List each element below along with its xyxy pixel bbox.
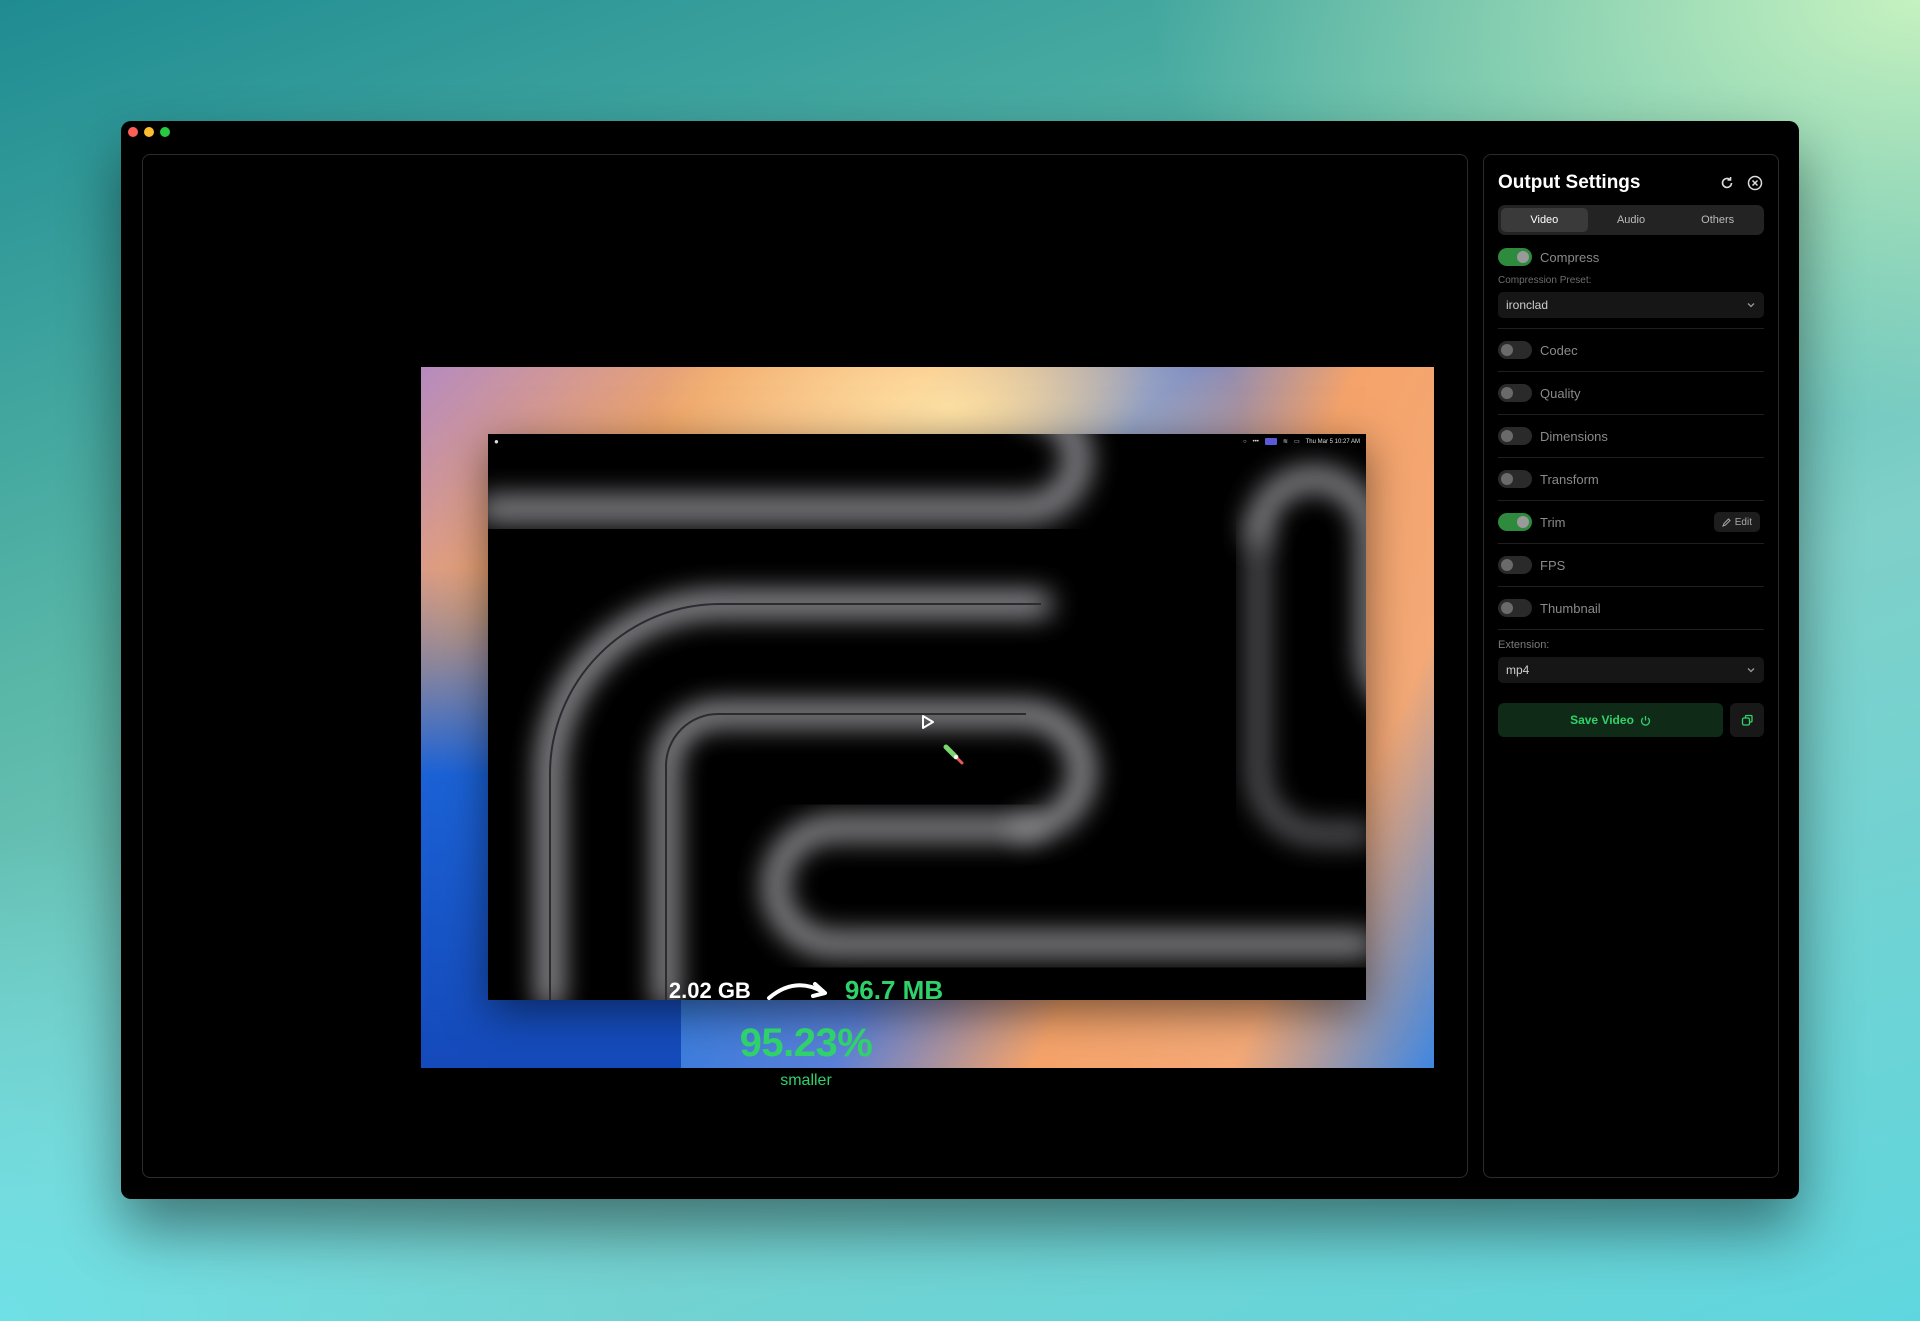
tab-others[interactable]: Others xyxy=(1674,208,1761,232)
minimize-window-button[interactable] xyxy=(144,127,154,137)
window-controls xyxy=(128,127,170,137)
menubar-clock: Thu Mar 5 10:27 AM xyxy=(1305,438,1360,445)
quality-row: Quality xyxy=(1498,372,1764,415)
save-video-button[interactable]: Save Video xyxy=(1498,703,1723,737)
codec-row: Codec xyxy=(1498,329,1764,372)
preview-pane: ● ○ ••• ≋ ▭ Thu Mar 5 10:27 AM 2.02 GB 9… xyxy=(142,154,1468,1178)
original-size: 2.02 GB xyxy=(668,977,751,1003)
extension-value: mp4 xyxy=(1506,663,1530,677)
power-icon xyxy=(1640,715,1651,726)
video-content: ● ○ ••• ≋ ▭ Thu Mar 5 10:27 AM xyxy=(488,434,1366,1000)
pencil-icon xyxy=(1721,517,1731,527)
close-window-button[interactable] xyxy=(128,127,138,137)
thumbnail-toggle[interactable] xyxy=(1498,599,1532,617)
compression-preset-value: ironclad xyxy=(1506,298,1549,312)
fps-row: FPS xyxy=(1498,544,1764,587)
compress-toggle[interactable] xyxy=(1498,248,1532,266)
trim-edit-label: Edit xyxy=(1734,516,1752,528)
codec-label: Codec xyxy=(1540,342,1578,358)
trim-toggle[interactable] xyxy=(1498,513,1532,531)
trim-row: Trim Edit xyxy=(1498,501,1764,544)
battery-icon: ▭ xyxy=(1293,439,1300,445)
wifi-icon: ≋ xyxy=(1282,439,1288,445)
trim-label: Trim xyxy=(1540,514,1566,530)
panel-title: Output Settings xyxy=(1498,172,1641,193)
codec-toggle[interactable] xyxy=(1498,341,1532,359)
compression-preset-select[interactable]: ironclad xyxy=(1498,292,1764,318)
compressed-size: 96.7 MB xyxy=(844,975,944,1005)
chevron-down-icon xyxy=(1747,303,1755,308)
extension-select[interactable]: mp4 xyxy=(1498,657,1764,683)
trim-edit-button[interactable]: Edit xyxy=(1713,512,1760,532)
screen-record-icon xyxy=(1264,438,1277,445)
transform-label: Transform xyxy=(1540,471,1599,487)
thumbnail-row: Thumbnail xyxy=(1498,587,1764,630)
fps-label: FPS xyxy=(1540,557,1566,573)
tab-video[interactable]: Video xyxy=(1501,208,1588,232)
apple-icon: ● xyxy=(494,437,499,446)
settings-tabs: Video Audio Others xyxy=(1498,205,1764,235)
app-window: ● ○ ••• ≋ ▭ Thu Mar 5 10:27 AM 2.02 GB 9… xyxy=(121,121,1799,1199)
status-icon: ○ xyxy=(1242,438,1247,445)
copy-button[interactable] xyxy=(1730,703,1764,737)
dots-icon: ••• xyxy=(1252,438,1259,445)
transform-toggle[interactable] xyxy=(1498,470,1532,488)
tab-audio[interactable]: Audio xyxy=(1588,208,1675,232)
size-comparison: 2.02 GB 96.7 MB xyxy=(143,975,1469,1006)
transform-row: Transform xyxy=(1498,458,1764,501)
dimensions-row: Dimensions xyxy=(1498,415,1764,458)
compress-row: Compress xyxy=(1498,241,1764,273)
quality-label: Quality xyxy=(1540,385,1581,401)
chevron-down-icon xyxy=(1747,668,1755,673)
save-video-label: Save Video xyxy=(1570,713,1634,727)
reduction-percent: 95.23% xyxy=(739,1021,873,1065)
compress-label: Compress xyxy=(1540,249,1600,265)
menubar: ● ○ ••• ≋ ▭ Thu Mar 5 10:27 AM xyxy=(488,434,1366,449)
dimensions-toggle[interactable] xyxy=(1498,427,1532,445)
maximize-window-button[interactable] xyxy=(160,127,170,137)
close-panel-icon[interactable] xyxy=(1746,174,1764,192)
quality-toggle[interactable] xyxy=(1498,384,1532,402)
fps-toggle[interactable] xyxy=(1498,556,1532,574)
dimensions-label: Dimensions xyxy=(1540,428,1608,444)
play-button[interactable] xyxy=(910,705,944,739)
thumbnail-label: Thumbnail xyxy=(1540,600,1601,616)
copy-icon xyxy=(1741,714,1753,726)
cursor-icon xyxy=(943,744,965,771)
curved-arrow-icon xyxy=(766,981,827,1000)
video-preview[interactable]: ● ○ ••• ≋ ▭ Thu Mar 5 10:27 AM xyxy=(421,367,1434,1068)
extension-label: Extension: xyxy=(1498,639,1550,651)
reduction-label: smaller xyxy=(780,1072,832,1089)
reset-icon[interactable] xyxy=(1718,174,1736,192)
play-icon xyxy=(922,715,934,729)
compression-preset-label: Compression Preset: xyxy=(1498,275,1592,286)
output-settings-panel: Output Settings Video Audio Others Compr… xyxy=(1483,154,1779,1178)
